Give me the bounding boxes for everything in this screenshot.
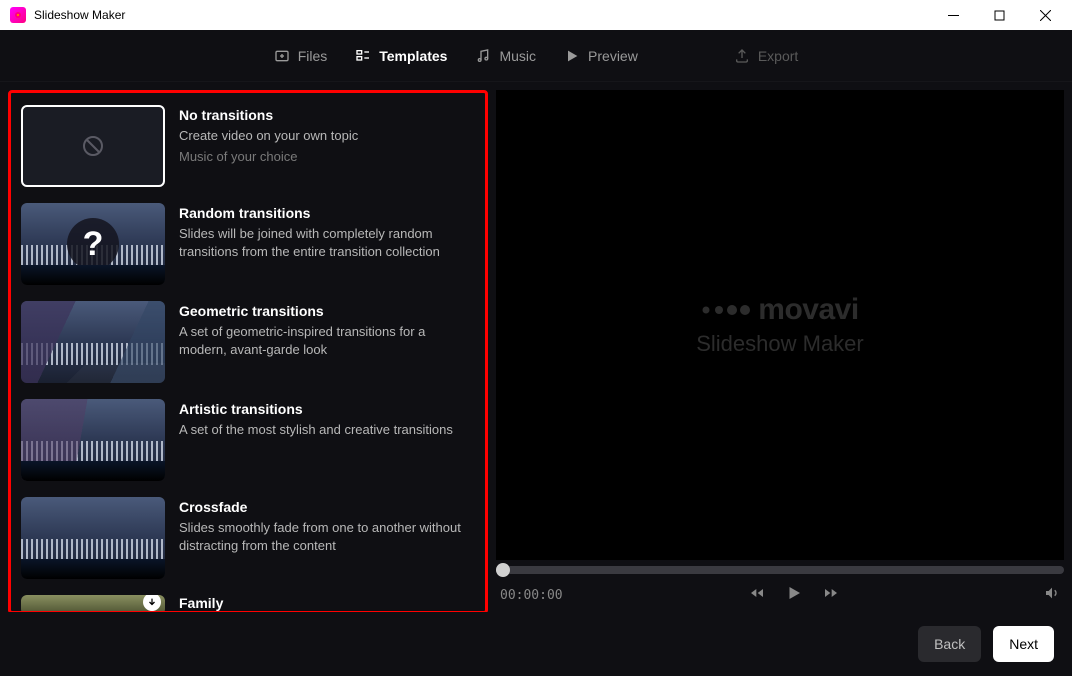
nav-label: Preview bbox=[588, 48, 638, 64]
preview-viewport: movavi Slideshow Maker bbox=[496, 90, 1064, 560]
volume-button[interactable] bbox=[1044, 585, 1060, 606]
wizard-footer: Back Next bbox=[0, 612, 1072, 676]
back-button[interactable]: Back bbox=[918, 626, 981, 662]
template-thumb bbox=[21, 105, 165, 187]
nav-label: Music bbox=[499, 48, 536, 64]
scrubber-knob[interactable] bbox=[496, 563, 510, 577]
next-button[interactable]: Next bbox=[993, 626, 1054, 662]
window-titlebar: Slideshow Maker bbox=[0, 0, 1072, 30]
template-title: Geometric transitions bbox=[179, 303, 475, 319]
template-geometric-transitions[interactable]: Geometric transitions A set of geometric… bbox=[21, 301, 475, 383]
template-family[interactable]: Family bbox=[21, 595, 475, 612]
template-title: Random transitions bbox=[179, 205, 475, 221]
nav-templates[interactable]: Templates bbox=[355, 48, 447, 64]
template-sub: Music of your choice bbox=[179, 149, 475, 164]
template-title: Artistic transitions bbox=[179, 401, 475, 417]
nav-export[interactable]: Export bbox=[734, 48, 798, 64]
template-thumb bbox=[21, 595, 165, 612]
playback-timecode: 00:00:00 bbox=[500, 588, 563, 603]
nav-music[interactable]: Music bbox=[475, 48, 536, 64]
template-desc: Slides smoothly fade from one to another… bbox=[179, 519, 475, 554]
template-desc: Slides will be joined with completely ra… bbox=[179, 225, 475, 260]
download-icon bbox=[143, 595, 161, 611]
files-icon bbox=[274, 48, 290, 64]
window-close-button[interactable] bbox=[1022, 0, 1068, 30]
app-logo-icon bbox=[10, 7, 26, 23]
window-title: Slideshow Maker bbox=[34, 8, 125, 22]
movavi-logo-icon bbox=[701, 305, 750, 315]
template-crossfade[interactable]: Crossfade Slides smoothly fade from one … bbox=[21, 497, 475, 579]
preview-watermark: movavi Slideshow Maker bbox=[696, 293, 864, 357]
wizard-nav: Files Templates Music Preview Export bbox=[0, 30, 1072, 82]
nav-preview[interactable]: Preview bbox=[564, 48, 638, 64]
template-title: Crossfade bbox=[179, 499, 475, 515]
template-thumb bbox=[21, 399, 165, 481]
template-no-transitions[interactable]: No transitions Create video on your own … bbox=[21, 105, 475, 187]
nav-files[interactable]: Files bbox=[274, 48, 328, 64]
window-minimize-button[interactable] bbox=[930, 0, 976, 30]
nav-label: Templates bbox=[379, 48, 447, 64]
templates-list: No transitions Create video on your own … bbox=[8, 90, 488, 612]
export-icon bbox=[734, 48, 750, 64]
watermark-product: Slideshow Maker bbox=[696, 331, 864, 357]
templates-icon bbox=[355, 48, 371, 64]
music-icon bbox=[475, 48, 491, 64]
template-desc: Create video on your own topic bbox=[179, 127, 475, 145]
playback-scrubber[interactable] bbox=[496, 566, 1064, 574]
watermark-brand: movavi bbox=[758, 293, 858, 327]
template-thumb bbox=[21, 497, 165, 579]
nav-label: Files bbox=[298, 48, 328, 64]
no-transitions-icon bbox=[81, 134, 105, 158]
template-thumb: ? bbox=[21, 203, 165, 285]
window-maximize-button[interactable] bbox=[976, 0, 1022, 30]
rewind-button[interactable] bbox=[749, 585, 765, 606]
template-random-transitions[interactable]: ? Random transitions Slides will be join… bbox=[21, 203, 475, 285]
question-icon: ? bbox=[67, 218, 119, 270]
nav-label: Export bbox=[758, 48, 798, 64]
template-thumb bbox=[21, 301, 165, 383]
preview-icon bbox=[564, 48, 580, 64]
play-button[interactable] bbox=[785, 584, 803, 607]
template-title: Family bbox=[179, 595, 475, 611]
template-artistic-transitions[interactable]: Artistic transitions A set of the most s… bbox=[21, 399, 475, 481]
template-desc: A set of geometric-inspired transitions … bbox=[179, 323, 475, 358]
template-desc: A set of the most stylish and creative t… bbox=[179, 421, 475, 439]
forward-button[interactable] bbox=[823, 585, 839, 606]
template-title: No transitions bbox=[179, 107, 475, 123]
